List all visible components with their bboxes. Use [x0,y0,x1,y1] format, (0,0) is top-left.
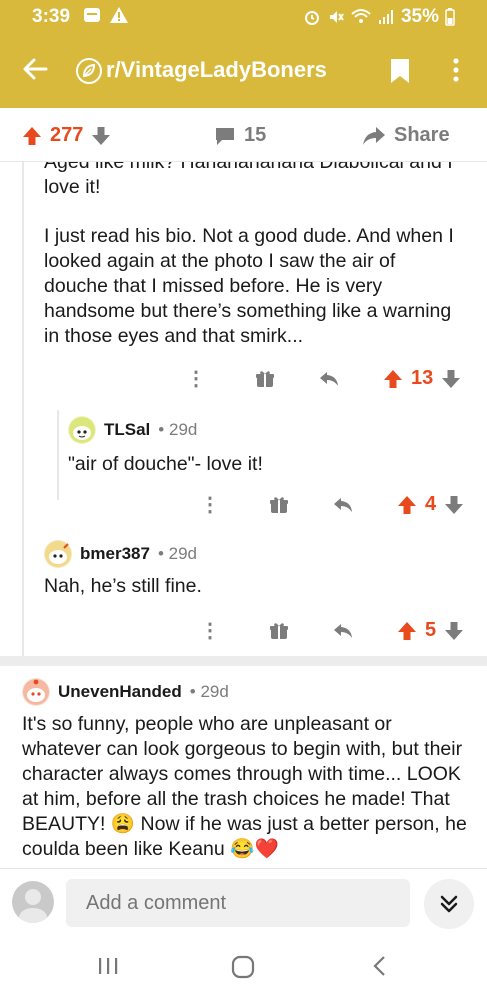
comment-body: "air of douche"- love it! [68,453,263,475]
comment-author-row: UnevenHanded • 29d [22,678,229,706]
comment-age: • 29d [158,420,198,439]
comment-score: 13 [411,367,434,389]
comment-author[interactable]: UnevenHanded [58,682,182,702]
post-vote-group: 277 [22,124,111,147]
reply-icon[interactable] [333,622,353,640]
upvote-icon[interactable] [397,495,417,515]
double-chevron-down-icon [440,895,458,913]
comment-body: I just read his bio. Not a good dude. An… [44,225,454,347]
subreddit-title[interactable]: r/VintageLadyBoners [106,57,327,83]
downvote-icon[interactable] [441,369,461,389]
comment-actions: ⋮ 5 [200,618,464,643]
thread-line-nested[interactable] [57,410,59,500]
system-icons: 35% [303,6,455,28]
avatar[interactable] [22,678,50,706]
recent-apps-icon[interactable] [96,954,120,978]
comment-age: • 29d [157,544,197,563]
comment-author[interactable]: bmer387 [80,544,150,564]
downvote-icon[interactable] [444,495,464,515]
comment-body: Nah, he’s still fine. [44,575,202,597]
comment-body: It's so funny, people who are unpleasant… [22,713,467,860]
mute-icon [329,11,344,23]
post-share-button[interactable]: Share [362,124,450,147]
notification-icons [83,6,129,24]
avatar[interactable] [44,540,72,568]
snoo-avatar-icon [69,417,95,443]
comment-actions: ⋮ 4 [200,492,464,517]
battery-percent: 35% [400,6,439,27]
add-comment-input[interactable] [66,879,410,927]
share-label: Share [394,124,450,146]
warning-icon [110,7,128,23]
clock: 3:39 [32,6,71,27]
post-action-bar: 277 15 Share [0,108,487,162]
home-icon[interactable] [230,954,256,980]
comment-age: • 29d [189,682,229,701]
downvote-icon[interactable] [91,126,111,146]
more-options-icon[interactable] [451,56,461,84]
award-gift-icon[interactable] [255,369,275,389]
share-arrow-icon [363,126,385,145]
comment-author[interactable]: TLSal [104,420,150,440]
signal-icon [378,10,393,24]
comment-composer [0,868,487,938]
wifi-icon [351,9,371,23]
downvote-icon[interactable] [444,621,464,641]
comment-score: 4 [425,493,437,515]
alarm-icon [304,11,319,25]
reply-icon[interactable] [333,496,353,514]
comment-age-value: 29d [168,544,197,563]
comment-score: 5 [425,619,437,641]
post-vote-count: 277 [50,124,84,146]
upvote-icon[interactable] [22,126,42,146]
comment-text-truncated: Aged like milk? Hahahahahaha Diabolical … [44,162,453,198]
comment-author-row: bmer387 • 29d [44,540,197,568]
comment-age-value: 29d [200,682,229,701]
top-level-comment: UnevenHanded • 29d It's so funny, people… [0,666,487,866]
system-navigation-bar [0,938,487,1000]
snoo-avatar-icon [23,679,49,705]
comment-author-row: TLSal • 29d [68,416,197,444]
status-bar: 3:39 35% [0,0,487,34]
bookmark-icon[interactable] [389,58,411,84]
battery-icon [445,8,455,26]
avatar[interactable] [68,416,96,444]
comment-thread: Aged like milk? Hahahahahaha Diabolical … [0,162,487,656]
comment-age-value: 29d [168,420,198,439]
subreddit-icon [76,58,102,84]
comment-more-icon[interactable]: ⋮ [200,618,220,643]
comment-more-icon[interactable]: ⋮ [186,366,206,391]
back-icon[interactable] [370,954,390,978]
section-divider [0,656,487,666]
snoo-avatar-icon [45,541,71,567]
comment-more-icon[interactable]: ⋮ [200,492,220,517]
post-comment-count: 15 [244,124,267,146]
upvote-icon[interactable] [383,369,403,389]
thread-line[interactable] [22,162,24,656]
current-user-avatar[interactable] [12,881,54,923]
comment-actions: ⋮ 13 [186,366,461,391]
back-arrow-icon[interactable] [22,56,48,82]
reply-icon[interactable] [319,370,339,388]
leaf-icon [82,63,96,78]
upvote-icon[interactable] [397,621,417,641]
award-gift-icon[interactable] [269,621,289,641]
gallery-notification-icon [84,8,100,22]
post-comments-button[interactable]: 15 [214,124,266,147]
collapse-comments-button[interactable] [424,879,474,929]
user-silhouette-icon [18,889,48,923]
comment-bubble-icon [216,127,234,145]
award-gift-icon[interactable] [269,495,289,515]
app-bar: r/VintageLadyBoners [0,34,487,108]
